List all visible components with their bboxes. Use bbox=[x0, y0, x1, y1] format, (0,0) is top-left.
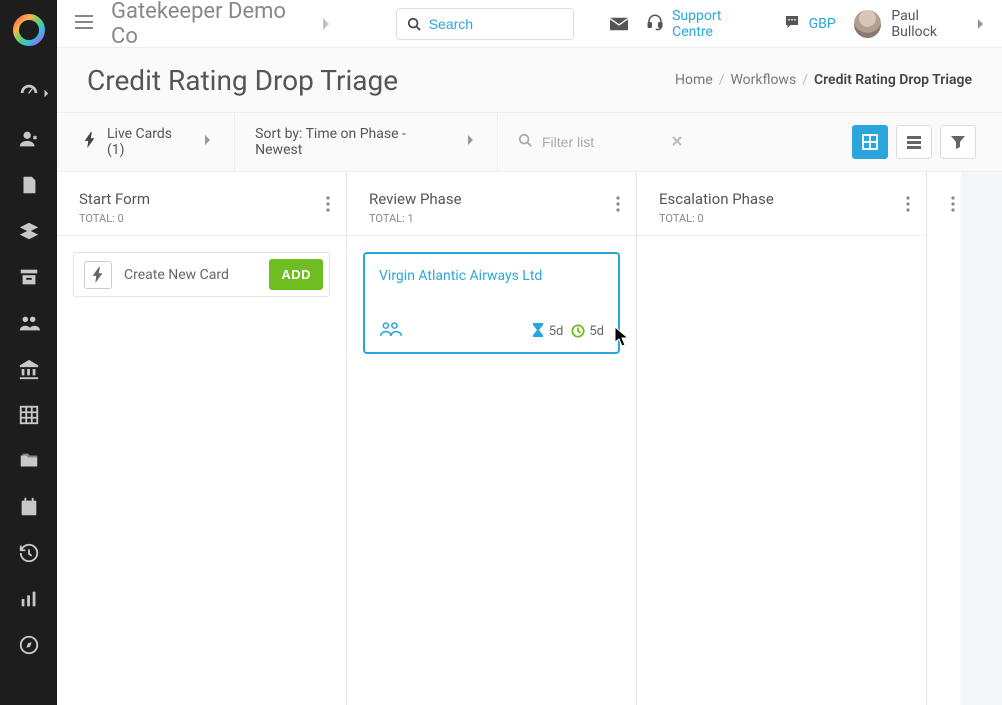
company-switcher[interactable]: Gatekeeper Demo Co bbox=[111, 0, 330, 49]
menu-toggle-icon[interactable] bbox=[75, 14, 93, 33]
headset-icon bbox=[646, 13, 664, 35]
nav-explore[interactable] bbox=[0, 622, 57, 668]
app-logo[interactable] bbox=[13, 14, 45, 46]
column-menu-icon[interactable] bbox=[616, 196, 620, 216]
nav-people[interactable] bbox=[0, 300, 57, 346]
nav-layers[interactable] bbox=[0, 208, 57, 254]
sidebar-nav bbox=[0, 0, 57, 705]
nav-grid[interactable] bbox=[0, 392, 57, 438]
sort-dropdown[interactable]: Sort by: Time on Phase - Newest bbox=[235, 112, 498, 172]
chevron-right-icon bbox=[202, 134, 214, 150]
column-title: Start Form bbox=[79, 190, 150, 208]
create-card-label: Create New Card bbox=[124, 267, 257, 283]
bolt-icon bbox=[83, 132, 97, 152]
crumb-home[interactable]: Home bbox=[675, 72, 713, 88]
nav-bank[interactable] bbox=[0, 346, 57, 392]
mouse-cursor bbox=[615, 327, 629, 347]
currency-switcher[interactable]: GBP bbox=[783, 13, 836, 35]
crumb-current: Credit Rating Drop Triage bbox=[814, 72, 972, 88]
company-name: Gatekeeper Demo Co bbox=[111, 0, 316, 49]
breadcrumb: Home / Workflows / Credit Rating Drop Tr… bbox=[675, 72, 972, 88]
add-card-button[interactable]: ADD bbox=[269, 259, 323, 290]
column-total: TOTAL: 1 bbox=[369, 212, 462, 225]
column-review-phase: Review Phase TOTAL: 1 Virgin Atlantic Ai… bbox=[347, 172, 637, 705]
page-title: Credit Rating Drop Triage bbox=[87, 64, 398, 97]
user-name: Paul Bullock bbox=[891, 8, 967, 40]
avatar bbox=[854, 10, 882, 38]
filter-list bbox=[498, 112, 852, 172]
messages-icon[interactable] bbox=[610, 15, 628, 33]
global-search-input[interactable] bbox=[429, 16, 549, 32]
topbar: Gatekeeper Demo Co Support Centre GBP Pa… bbox=[57, 0, 1002, 48]
nav-history[interactable] bbox=[0, 530, 57, 576]
clear-filter-icon[interactable] bbox=[672, 134, 682, 150]
nav-dashboard[interactable] bbox=[0, 70, 57, 116]
search-icon bbox=[518, 133, 532, 151]
column-total: TOTAL: 0 bbox=[659, 212, 774, 225]
title-row: Credit Rating Drop Triage Home / Workflo… bbox=[57, 48, 1002, 112]
column-start-form: Start Form TOTAL: 0 Create New Card ADD bbox=[57, 172, 347, 705]
column-next bbox=[927, 172, 961, 705]
board-toolbar: Live Cards (1) Sort by: Time on Phase - … bbox=[57, 112, 1002, 172]
nav-calendar[interactable] bbox=[0, 484, 57, 530]
support-label: Support Centre bbox=[672, 8, 765, 40]
total-time: 5d bbox=[571, 323, 604, 339]
workflow-card[interactable]: Virgin Atlantic Airways Ltd 5d 5d bbox=[363, 252, 620, 354]
currency-label: GBP bbox=[809, 16, 836, 32]
sort-label: Sort by: Time on Phase - Newest bbox=[255, 126, 455, 158]
nav-archive[interactable] bbox=[0, 254, 57, 300]
nav-folders[interactable] bbox=[0, 438, 57, 484]
live-cards-label: Live Cards (1) bbox=[107, 126, 192, 158]
column-menu-icon[interactable] bbox=[326, 196, 330, 216]
column-escalation-phase: Escalation Phase TOTAL: 0 bbox=[637, 172, 927, 705]
card-title: Virgin Atlantic Airways Ltd bbox=[379, 268, 604, 284]
filter-list-input[interactable] bbox=[542, 134, 662, 150]
chat-icon bbox=[783, 13, 801, 35]
view-list-button[interactable] bbox=[896, 125, 932, 159]
nav-users[interactable] bbox=[0, 116, 57, 162]
crumb-workflows[interactable]: Workflows bbox=[730, 72, 796, 88]
view-kanban-button[interactable] bbox=[852, 125, 888, 159]
live-cards-filter[interactable]: Live Cards (1) bbox=[83, 112, 235, 172]
kanban-board: Start Form TOTAL: 0 Create New Card ADD … bbox=[57, 172, 1002, 705]
owners-icon bbox=[379, 320, 403, 342]
time-on-phase: 5d bbox=[531, 323, 564, 339]
column-title: Review Phase bbox=[369, 190, 462, 208]
user-menu[interactable]: Paul Bullock bbox=[854, 8, 984, 40]
create-card-row: Create New Card ADD bbox=[73, 252, 330, 297]
chevron-right-icon bbox=[465, 134, 477, 150]
filter-button[interactable] bbox=[940, 125, 976, 159]
column-menu-icon[interactable] bbox=[906, 196, 910, 216]
nav-documents[interactable] bbox=[0, 162, 57, 208]
column-total: TOTAL: 0 bbox=[79, 212, 150, 225]
bolt-icon bbox=[84, 261, 112, 289]
nav-reports[interactable] bbox=[0, 576, 57, 622]
support-centre-link[interactable]: Support Centre bbox=[646, 8, 765, 40]
global-search[interactable] bbox=[396, 8, 574, 40]
column-title: Escalation Phase bbox=[659, 190, 774, 208]
view-toggles bbox=[852, 125, 976, 159]
column-menu-icon[interactable] bbox=[951, 196, 955, 216]
